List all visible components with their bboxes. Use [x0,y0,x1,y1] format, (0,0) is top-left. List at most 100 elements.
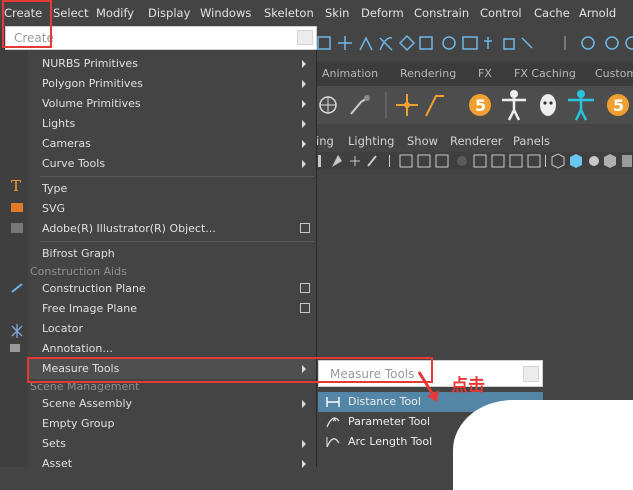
section-header-construction-aids: Construction Aids [30,265,127,278]
vp-menu-show[interactable]: Show [407,134,438,148]
section-header-scene-management: Scene Management [30,380,140,393]
menu-select[interactable]: Select [53,6,88,20]
menu-item-sets[interactable]: Sets [28,434,316,454]
help-icon [484,37,492,49]
menu-create[interactable]: Create [4,6,42,20]
tab-fx-caching[interactable]: FX Caching [514,67,576,80]
character-cyan-icon [568,90,594,121]
status-line [316,28,633,60]
menu-display[interactable]: Display [148,6,190,20]
menu-item-label: Type [42,182,68,195]
submenu-arrow-icon [302,60,306,68]
tearoff-label: Create [14,31,54,45]
snap-point-icon [442,36,456,50]
vp-menu-renderer[interactable]: Renderer [450,134,503,148]
shelf-bar: 5 5 [316,86,633,124]
overlay-shape [453,400,633,490]
render-icon [462,36,478,50]
snap-grid-icon [419,36,433,50]
vp-menu-shading[interactable]: ing [316,134,334,148]
menu-item-volume-primitives[interactable]: Volume Primitives [28,94,316,114]
menu-item-label: Asset [42,457,73,470]
tab-custom[interactable]: Custom [595,67,633,80]
svg-text:5: 5 [613,96,624,115]
menu-item-label: Locator [42,322,84,335]
magnet-icon [581,36,595,50]
tab-animation[interactable]: Animation [322,67,378,80]
menu-item-polygon-primitives[interactable]: Polygon Primitives [28,74,316,94]
vp-menu-panels[interactable]: Panels [513,134,550,148]
tool-icon [317,36,331,50]
menu-cache[interactable]: Cache [534,6,570,20]
menu-item-annotation[interactable]: Annotation... [28,339,316,359]
main-menubar: Create Select Modify Display Windows Ske… [0,0,633,27]
menu-item-bifrost-graph[interactable]: Bifrost Graph [28,244,316,264]
menu-item-nurbs-primitives[interactable]: NURBS Primitives [28,54,316,74]
menu-item-svg[interactable]: SVG [28,199,316,219]
viewport-icon-bar [316,152,633,170]
tearoff-button[interactable] [297,30,313,45]
menu-item-label: Polygon Primitives [42,77,143,90]
menu-item-label: Volume Primitives [42,97,141,110]
option-box[interactable] [300,283,310,293]
menu-item-curve-tools[interactable]: Curve Tools [28,154,316,174]
safe-action-icon [491,154,505,168]
gate-mask-icon [457,156,467,166]
submenu-arrow-icon [302,400,306,408]
menu-item-free-image-plane[interactable]: Free Image Plane [28,299,316,319]
menu-item-label: Construction Plane [42,282,146,295]
record-icon [625,36,633,50]
menu-item-label: Sets [42,437,66,450]
menu-deform[interactable]: Deform [361,6,404,20]
menu-item-label: Scene Assembly [42,397,133,410]
menu-skin[interactable]: Skin [325,6,349,20]
menu-item-measure-tools[interactable]: Measure Tools [28,359,316,379]
pivot-icon [350,156,360,166]
menu-item-locator[interactable]: Locator [28,319,316,339]
menu-constrain[interactable]: Constrain [414,6,469,20]
menu-item-lights[interactable]: Lights [28,114,316,134]
menu-item-construction-plane[interactable]: Construction Plane [28,279,316,299]
paint-icon [379,37,393,51]
submenu-arrow-icon [302,365,306,373]
menu-modify[interactable]: Modify [96,6,134,20]
menu-item-scene-assembly[interactable]: Scene Assembly [28,394,316,414]
camera-icon [332,155,342,167]
menu-item-empty-group[interactable]: Empty Group [28,414,316,434]
menu-item-type[interactable]: Type [28,179,316,199]
toolbox-icons: T [10,177,23,352]
svg-icon [11,203,23,212]
select-icon [521,37,533,49]
type-icon: T [11,177,21,195]
svg-text:5: 5 [475,96,486,115]
distance-tool-icon [326,397,340,407]
lasso-icon [359,36,373,51]
construction-plane-icon [11,283,23,293]
menu-item-asset[interactable]: Asset [28,454,316,474]
toolbox-strip: T [0,26,28,467]
vp-menu-lighting[interactable]: Lighting [348,134,394,148]
menu-item-cameras[interactable]: Cameras [28,134,316,154]
create-menu: NURBS Primitives Polygon Primitives Volu… [28,50,317,470]
viewport-panel-menu: ing Lighting Show Renderer Panels [316,134,633,150]
option-box[interactable] [300,303,310,313]
bar-icon [318,155,321,167]
menu-item-label: Bifrost Graph [42,247,115,260]
menu-item-illustrator-object[interactable]: Adobe(R) Illustrator(R) Object... [28,219,316,239]
create-menu-tearoff[interactable]: Create [5,26,317,50]
option-box[interactable] [300,223,310,233]
submenu-arrow-icon [302,160,306,168]
tab-rendering[interactable]: Rendering [400,67,456,80]
tab-fx[interactable]: FX [478,67,492,80]
submenu-arrow-icon [302,80,306,88]
menu-skeleton[interactable]: Skeleton [264,6,314,20]
menu-item-label: Curve Tools [42,157,106,170]
menu-control[interactable]: Control [480,6,522,20]
resolution-gate-icon [435,154,449,168]
smooth-shade-icon [570,154,582,168]
menu-arnold[interactable]: Arnold [579,6,616,20]
menu-windows[interactable]: Windows [200,6,251,20]
submenu-arrow-icon [302,100,306,108]
tearoff-label: Measure Tools [330,367,415,381]
tearoff-button[interactable] [523,366,539,382]
